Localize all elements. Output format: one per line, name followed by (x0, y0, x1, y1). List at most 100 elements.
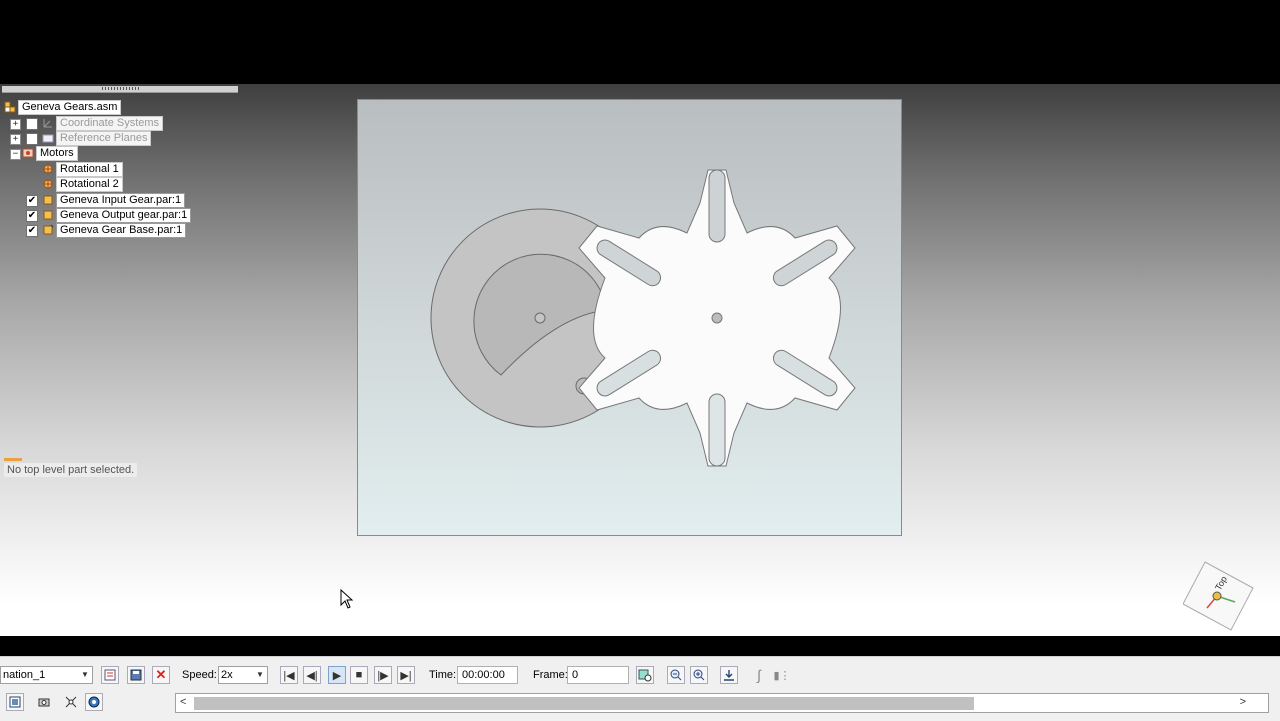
fit-timeline-button[interactable] (720, 666, 738, 684)
stop-button[interactable]: ■ (350, 666, 368, 684)
motors-icon (22, 148, 34, 158)
status-area: No top level part selected. (4, 458, 138, 477)
play-button[interactable]: ▶ (328, 666, 346, 684)
tree-item-coordinate-systems[interactable]: Coordinate Systems (42, 115, 164, 131)
tree-item-gear-base[interactable]: Geneva Gear Base.par:1 (42, 222, 187, 238)
tree-item-input-gear[interactable]: Geneva Input Gear.par:1 (42, 192, 186, 208)
step-back-button[interactable]: ◀| (303, 666, 321, 684)
assembly-icon (4, 101, 16, 113)
tree-item-label: Reference Planes (56, 130, 152, 146)
speed-label: Speed: (182, 669, 217, 681)
checkbox-gear-base[interactable]: ✔ (26, 225, 38, 237)
scroll-left-icon[interactable]: < (180, 696, 186, 708)
grip-dots (102, 87, 140, 90)
animation-editor-button[interactable] (6, 693, 24, 711)
expand-coordinate-systems[interactable]: + (10, 119, 21, 130)
reference-plane-icon (42, 134, 54, 143)
application-window: Geneva Gears.asm + Coordinate Systems + … (0, 84, 1280, 721)
part-icon (43, 195, 53, 205)
mouse-cursor-icon (340, 589, 354, 609)
step-forward-button[interactable]: |▶ (374, 666, 392, 684)
animation-name-select[interactable]: nation_1 ▼ (0, 666, 93, 684)
tree-item-rotational-2[interactable]: Rotational 2 (42, 176, 123, 192)
loop-icon: ∫ (757, 667, 761, 683)
scroll-right-icon[interactable]: > (1240, 696, 1246, 708)
save-animation-button[interactable] (127, 666, 145, 684)
tree-item-label: Rotational 1 (56, 161, 123, 177)
tree-item-label: Rotational 2 (56, 176, 123, 192)
zoom-out-icon (670, 669, 682, 681)
speed-select[interactable]: 2x ▼ (218, 666, 268, 684)
part-icon (43, 210, 53, 220)
delete-animation-button[interactable]: ✕ (152, 666, 170, 684)
explode-icon (65, 696, 77, 708)
delete-icon: ✕ (155, 667, 167, 682)
status-accent-bar (4, 458, 22, 461)
camera-icon (38, 698, 50, 707)
geneva-output-wheel (578, 169, 856, 467)
tree-item-label: Geneva Output gear.par:1 (56, 207, 192, 223)
triad-cube: Top (1182, 561, 1254, 631)
tree-item-label: Geneva Input Gear.par:1 (56, 192, 186, 208)
tree-root[interactable]: Geneva Gears.asm (4, 99, 122, 115)
timeline-scrollbar[interactable]: < > (175, 693, 1269, 713)
zoom-out-button[interactable] (667, 666, 685, 684)
tree-root-label: Geneva Gears.asm (18, 99, 122, 115)
grip-icon: ▮⋮ (773, 669, 791, 682)
timeline-settings-button[interactable] (636, 666, 654, 684)
motor-icon (88, 696, 100, 708)
step-forward-icon: |▶ (377, 669, 389, 682)
save-icon (130, 669, 142, 681)
time-field[interactable]: 00:00:00 (457, 666, 518, 684)
tree-item-reference-planes[interactable]: Reference Planes (42, 130, 152, 146)
loop-button[interactable]: ∫ (750, 666, 768, 684)
panel-grip[interactable] (2, 86, 238, 93)
motor-button[interactable] (85, 693, 103, 711)
chevron-down-icon: ▼ (81, 670, 89, 679)
time-label: Time: (429, 669, 457, 681)
frame-label: Frame: (533, 669, 568, 681)
coordinate-system-icon (43, 119, 52, 128)
skip-to-start-icon: |◀ (283, 669, 295, 682)
explode-button[interactable] (62, 693, 80, 711)
speed-value: 2x (221, 669, 233, 681)
timeline-settings-icon (638, 669, 652, 682)
tree-item-label: Coordinate Systems (56, 115, 164, 131)
go-to-end-button[interactable]: ▶| (397, 666, 415, 684)
tree-item-motors[interactable]: Motors (22, 145, 78, 161)
zoom-in-icon (693, 669, 705, 681)
checkbox-coordinate-systems[interactable] (26, 118, 38, 130)
scroll-thumb[interactable] (194, 697, 974, 710)
geneva-mechanism-drawing (430, 169, 856, 467)
frame-field[interactable]: 0 (567, 666, 629, 684)
input-gear-center (534, 312, 546, 324)
camera-button[interactable] (35, 693, 53, 711)
tree-item-label: Motors (36, 145, 78, 161)
tree-item-rotational-1[interactable]: Rotational 1 (42, 161, 123, 177)
chevron-down-icon: ▼ (256, 670, 264, 679)
expand-reference-planes[interactable]: + (10, 134, 21, 145)
step-back-icon: ◀| (306, 669, 318, 682)
more-options-button[interactable]: ▮⋮ (773, 666, 791, 684)
tree-item-output-gear[interactable]: Geneva Output gear.par:1 (42, 207, 192, 223)
checkbox-input-gear[interactable]: ✔ (26, 195, 38, 207)
status-message: No top level part selected. (4, 463, 138, 477)
new-animation-button[interactable] (101, 666, 119, 684)
zoom-in-button[interactable] (690, 666, 708, 684)
rotational-motor-icon (43, 164, 53, 174)
skip-to-end-icon: ▶| (400, 669, 412, 682)
stop-icon: ■ (355, 669, 363, 681)
animation-editor-icon (9, 696, 21, 708)
graphics-viewport[interactable] (357, 99, 902, 536)
new-document-icon (104, 669, 116, 681)
fit-timeline-icon (724, 670, 734, 681)
view-orientation-triad[interactable]: Top (1182, 560, 1255, 635)
checkbox-output-gear[interactable]: ✔ (26, 210, 38, 222)
animation-toolbar: nation_1 ▼ ✕ Speed: 2x ▼ |◀ ◀| ▶ ■ |▶ ▶| (0, 656, 1280, 721)
checkbox-reference-planes[interactable] (26, 133, 38, 145)
go-to-start-button[interactable]: |◀ (280, 666, 298, 684)
rotational-motor-icon (43, 179, 53, 189)
animation-name-value: nation_1 (3, 669, 46, 681)
tree-item-label: Geneva Gear Base.par:1 (56, 222, 187, 238)
collapse-motors[interactable]: − (10, 149, 21, 160)
